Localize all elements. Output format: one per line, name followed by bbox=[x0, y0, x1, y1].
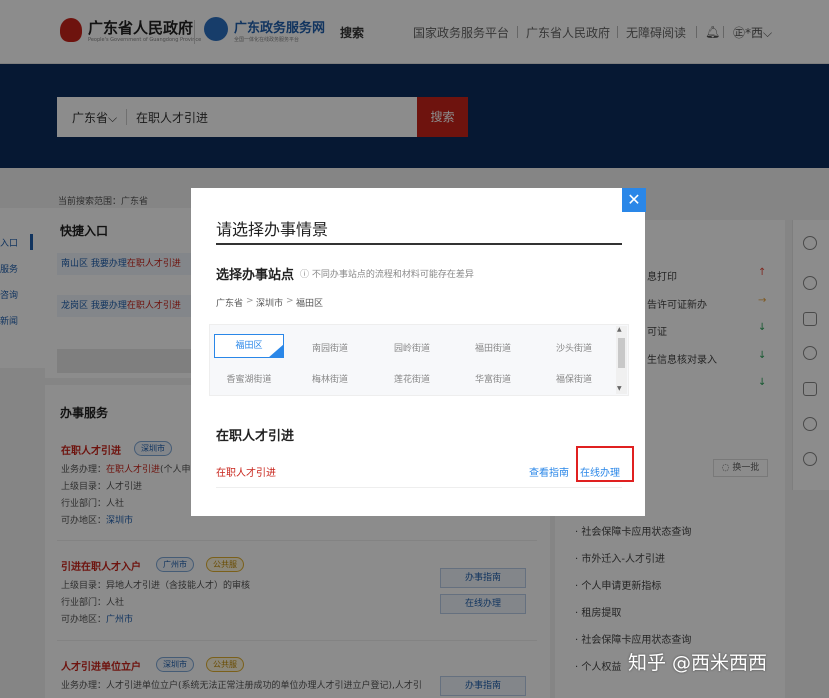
breadcrumb-city[interactable]: 深圳市 bbox=[256, 296, 283, 309]
close-icon[interactable]: ✕ bbox=[622, 188, 646, 212]
street-option[interactable]: 沙头街道 bbox=[539, 341, 609, 354]
breadcrumb-sep: > bbox=[246, 296, 254, 306]
street-option[interactable]: 华富街道 bbox=[458, 372, 528, 385]
street-option[interactable]: 莲花街道 bbox=[377, 372, 447, 385]
matter-divider bbox=[216, 487, 622, 488]
highlight-annotation bbox=[576, 446, 634, 482]
view-guide-link[interactable]: 查看指南 bbox=[529, 464, 569, 479]
scroll-up-icon[interactable]: ▲ bbox=[617, 326, 622, 333]
breadcrumb-sep: > bbox=[286, 296, 294, 306]
matter-section-title: 在职人才引进 bbox=[216, 429, 295, 444]
street-option[interactable]: 福田街道 bbox=[458, 341, 528, 354]
breadcrumb-province[interactable]: 广东省 bbox=[216, 296, 243, 309]
scrollbar-thumb[interactable] bbox=[618, 338, 625, 368]
check-icon: ✓ bbox=[274, 344, 282, 354]
matter-name[interactable]: 在职人才引进 bbox=[216, 464, 276, 479]
scroll-down-icon[interactable]: ▼ bbox=[617, 385, 622, 392]
street-option[interactable]: 梅林街道 bbox=[295, 372, 365, 385]
station-hint: ⓘ 不同办事站点的流程和材料可能存在差异 bbox=[300, 270, 474, 280]
street-option[interactable]: 南园街道 bbox=[295, 341, 365, 354]
title-divider bbox=[216, 243, 622, 245]
modal-title: 请选择办事情景 bbox=[216, 220, 329, 239]
street-option[interactable]: 园岭街道 bbox=[377, 341, 447, 354]
street-option[interactable]: 香蜜湖街道 bbox=[214, 372, 284, 385]
street-option[interactable]: 福保街道 bbox=[539, 372, 609, 385]
breadcrumb-district[interactable]: 福田区 bbox=[296, 296, 323, 309]
watermark: 知乎 @西米西西 bbox=[628, 652, 768, 674]
station-section-title: 选择办事站点 bbox=[216, 268, 295, 283]
